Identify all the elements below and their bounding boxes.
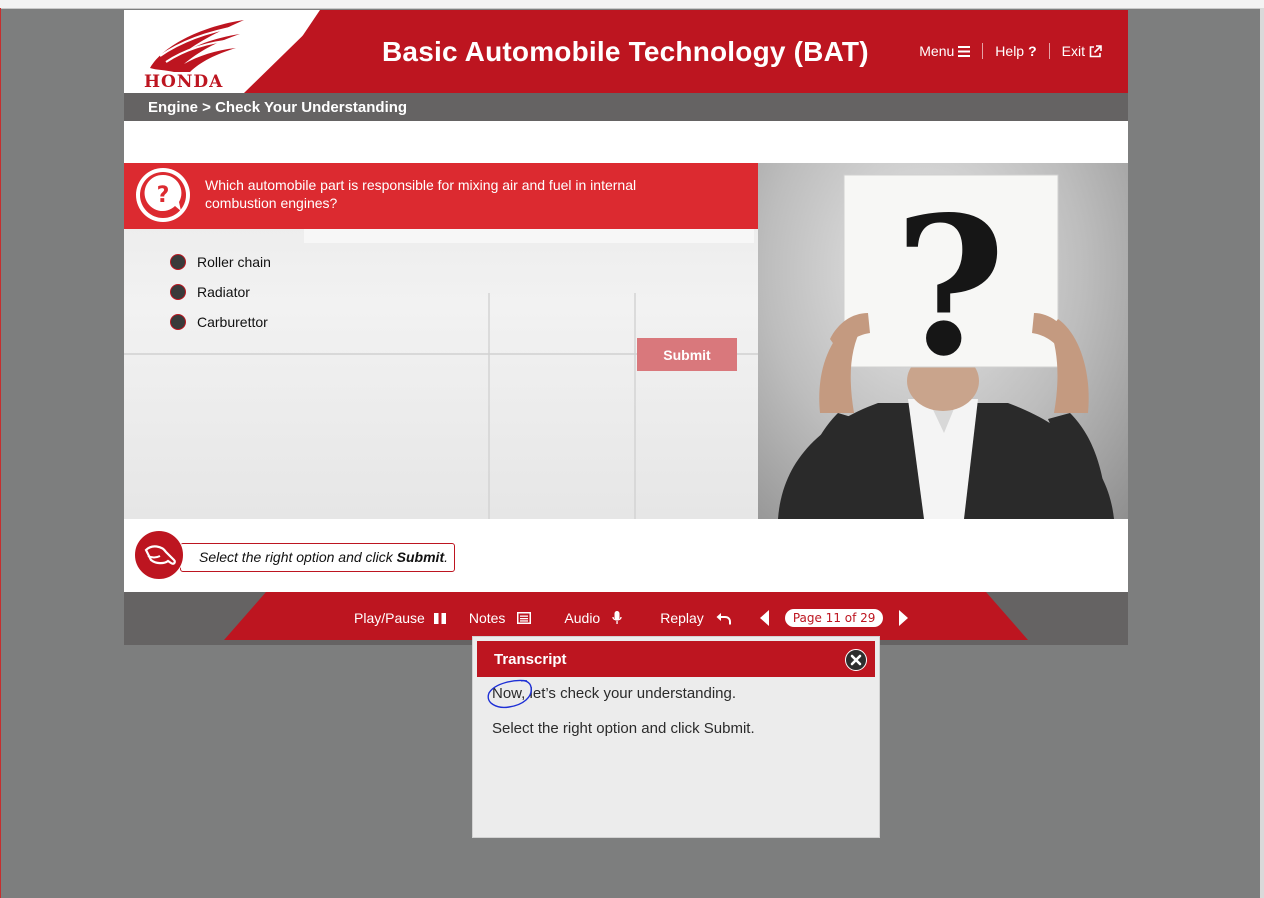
hamburger-icon [958,45,971,57]
audio-label: Audio [564,610,601,626]
notes-button[interactable]: Notes [469,610,532,626]
prev-arrow-icon[interactable] [759,610,770,626]
transcript-header: Transcript [477,641,875,677]
question-mark-icon: ? [1028,43,1037,59]
option-roller-chain[interactable]: Roller chain [170,247,271,277]
menu-label: Menu [919,43,955,59]
window-edge-left [0,8,1,898]
instruction-emphasis: Submit [396,549,445,565]
breadcrumb: Engine > Check Your Understanding [148,99,408,116]
honda-wordmark: HONDA [144,72,224,92]
audio-button[interactable]: Audio [564,610,622,626]
notes-label: Notes [468,610,506,626]
answer-options: Roller chain Radiator Carburettor [170,247,271,337]
transcript-line: Now, let’s check your understanding. [492,685,737,702]
background-panel-line [634,293,636,519]
man-holding-question-sign-image: ? [778,174,1114,519]
microphone-icon [612,611,622,624]
help-label: Help [995,43,1025,59]
submit-button[interactable]: Submit [637,338,737,371]
window-scrollbar[interactable] [1260,8,1264,898]
close-button[interactable] [845,649,867,671]
course-header: HONDA Basic Automobile Technology (BAT) … [124,10,1128,93]
svg-text:?: ? [157,183,170,208]
replay-label: Replay [660,610,704,626]
instruction-prefix: Select the right option and click [199,549,397,565]
honda-logo: HONDA [144,16,252,92]
replay-button[interactable]: Replay [660,610,731,626]
sign-question-mark: ? [894,175,1005,398]
option-label: Roller chain [197,254,271,270]
background-shelf [304,229,754,243]
question-photo: ? [758,163,1128,519]
option-radiator[interactable]: Radiator [170,277,271,307]
menu-button[interactable]: Menu [907,43,982,59]
header-nav: Menu Help ? Exit [907,43,1114,59]
close-icon [850,654,862,666]
question-text: Which automobile part is responsible for… [205,177,637,211]
instruction-suffix: . [444,549,449,565]
play-pause-button[interactable]: Play/Pause [354,610,447,626]
transcript-title: Transcript [494,651,567,668]
browser-address-strip [0,0,1264,9]
option-carburettor[interactable]: Carburettor [170,307,271,337]
external-link-icon [1089,44,1102,57]
option-label: Carburettor [197,314,268,330]
instruction-text: Select the right option and click Submit… [180,543,456,572]
player-controls: Play/Pause Notes Audio Replay Page 11 of… [354,609,909,627]
course-player: HONDA Basic Automobile Technology (BAT) … [124,10,1128,645]
notes-icon [517,612,532,624]
breadcrumb-bar: Engine > Check Your Understanding [124,93,1128,121]
radio-button[interactable] [170,284,186,300]
exit-label: Exit [1061,43,1085,59]
help-button[interactable]: Help ? [983,43,1048,59]
background-panel-line [488,293,490,519]
slide-content: ? Which automobile part is responsible f… [124,121,1128,592]
quiz-panel: ? Which automobile part is responsible f… [124,163,758,519]
radio-button[interactable] [170,254,186,270]
question-bubble-icon: ? [136,168,190,222]
honda-wing-icon [150,20,244,72]
play-pause-label: Play/Pause [354,610,425,626]
next-arrow-icon[interactable] [898,610,909,626]
pause-icon [433,612,446,624]
course-title: Basic Automobile Technology (BAT) [382,36,869,67]
pointing-hand-icon [134,530,184,580]
transcript-line: Select the right option and click Submit… [492,720,755,737]
radio-button[interactable] [170,314,186,330]
question-bar: ? Which automobile part is responsible f… [124,163,758,229]
page-indicator: Page 11 of 29 [784,609,884,627]
transcript-panel: Transcript Now, let’s check your underst… [472,636,880,838]
option-label: Radiator [197,284,250,300]
exit-button[interactable]: Exit [1050,43,1114,59]
replay-icon [716,612,731,624]
